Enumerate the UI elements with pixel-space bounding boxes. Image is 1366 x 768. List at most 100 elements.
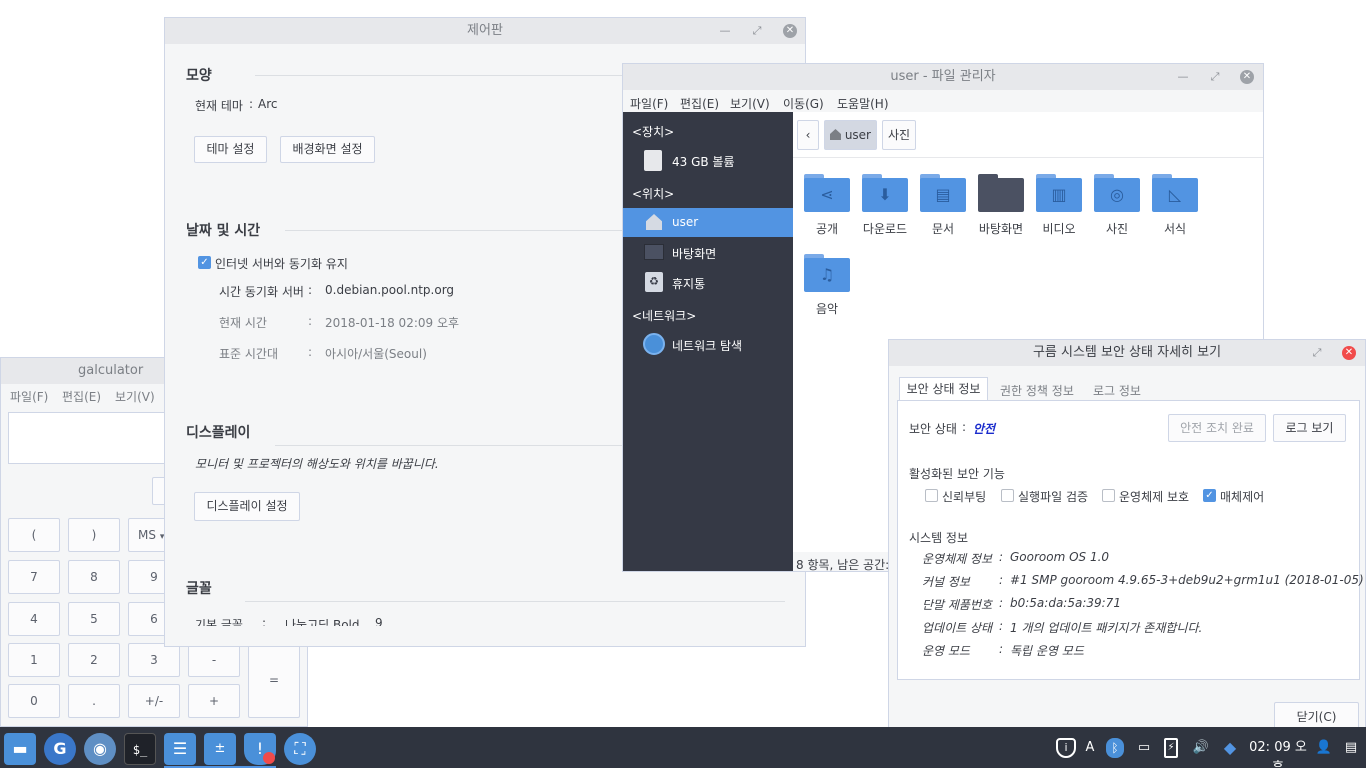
keyboard-indicator[interactable]: A: [1082, 738, 1098, 758]
display-tray-icon[interactable]: ▭: [1135, 738, 1153, 758]
display-heading: 디스플레이: [186, 425, 251, 441]
calc-key-8[interactable]: 8: [68, 560, 120, 594]
sysinfo-separator: :: [999, 596, 1004, 610]
sidebar-item-network[interactable]: 네트워크 탐색: [623, 331, 793, 358]
timezone-label: 표준 시간대: [219, 347, 279, 361]
folder-4[interactable]: [978, 174, 1024, 212]
calc-key-plus[interactable]: +: [188, 684, 240, 718]
sidebar-trash-label: 휴지통: [672, 277, 706, 291]
sidebar-item-trash[interactable]: ♻ 휴지통: [623, 269, 793, 296]
folder-2[interactable]: ⬇: [862, 174, 908, 212]
gooroom-browser-launcher-icon[interactable]: G: [44, 733, 76, 765]
calc-key-negate[interactable]: +/-: [128, 684, 180, 718]
folder-6[interactable]: ◎: [1094, 174, 1140, 212]
calc-menu-edit[interactable]: 편집(E): [62, 388, 101, 405]
volume-icon[interactable]: 🔊: [1190, 738, 1212, 758]
theme-settings-button[interactable]: 테마 설정: [194, 136, 267, 163]
folder-label[interactable]: 음악: [792, 300, 862, 317]
back-button[interactable]: ‹: [797, 120, 819, 150]
wallpaper-settings-button[interactable]: 배경화면 설정: [280, 136, 375, 163]
file-manager-menubar: 파일(F) 편집(E) 보기(V) 이동(G) 도움말(H): [623, 90, 1263, 112]
folder-5[interactable]: ▥: [1036, 174, 1082, 212]
bluetooth-icon[interactable]: ᛒ: [1106, 738, 1124, 758]
path-home-button[interactable]: user: [824, 120, 877, 150]
font-row-clip: 기본 글꼴 : 나눔고딕 Bold 9: [165, 612, 805, 626]
fm-menu-help[interactable]: 도움말(H): [837, 95, 889, 112]
calc-menu-view[interactable]: 보기(V): [115, 388, 155, 405]
maximize-icon[interactable]: ⤢: [749, 18, 765, 44]
battery-icon[interactable]: ⚡: [1164, 738, 1178, 758]
file-manager-launcher-icon[interactable]: ▬: [4, 733, 36, 765]
sidebar-devices-heading: <장치>: [632, 125, 675, 139]
calc-key-7[interactable]: 7: [8, 560, 60, 594]
calc-key-5[interactable]: 5: [68, 602, 120, 636]
g-logo-icon: G: [53, 739, 67, 758]
maximize-icon[interactable]: ⤢: [1207, 64, 1223, 90]
video-icon: ▥: [1036, 178, 1082, 212]
sidebar-places-heading: <위치>: [632, 187, 675, 201]
screenshot-launcher-icon[interactable]: ⛶: [284, 733, 316, 765]
folder-8[interactable]: ♫: [804, 254, 850, 292]
sidebar-item-volume[interactable]: 43 GB 볼륨: [623, 148, 793, 174]
download-icon: ⬇: [862, 178, 908, 212]
calculator-icon: ±: [214, 741, 226, 756]
control-panel-launcher-icon[interactable]: ☰: [164, 733, 196, 765]
security-tray-icon[interactable]: i: [1056, 738, 1076, 758]
sysinfo-separator: :: [999, 573, 1004, 587]
calc-key-2[interactable]: 2: [68, 643, 120, 677]
music-icon: ♫: [804, 258, 850, 292]
fm-menu-file[interactable]: 파일(F): [630, 95, 668, 112]
document-icon: ▤: [920, 178, 966, 212]
calc-key-1[interactable]: 1: [8, 643, 60, 677]
user-icon[interactable]: 👤: [1315, 738, 1333, 758]
path-current-button[interactable]: 사진: [882, 120, 916, 150]
sysinfo-label: 운영 모드: [922, 644, 970, 658]
ntp-server-separator: :: [308, 283, 313, 297]
terminal-launcher-icon[interactable]: $_: [124, 733, 156, 765]
calc-key-decimal[interactable]: .: [68, 684, 120, 718]
chrome-launcher-icon[interactable]: ◉: [84, 733, 116, 765]
theme-value: Arc: [258, 97, 278, 111]
sidebar-item-desktop[interactable]: 바탕화면: [623, 239, 793, 266]
calc-key-3[interactable]: 3: [128, 643, 180, 677]
shield-tray-icon[interactable]: ◆: [1221, 738, 1239, 758]
timezone-separator: :: [308, 345, 313, 359]
sidebar-network-heading: <네트워크>: [632, 309, 697, 323]
calc-key-0[interactable]: 0: [8, 684, 60, 718]
fm-menu-view[interactable]: 보기(V): [730, 95, 770, 112]
font-value: 나눔고딕 Bold: [285, 618, 360, 626]
calc-key-minus[interactable]: -: [188, 643, 240, 677]
minimize-icon[interactable]: —: [1175, 64, 1191, 90]
sysinfo-label: 단말 제품번호: [922, 598, 993, 612]
folder-1[interactable]: ⋖: [804, 174, 850, 212]
close-icon[interactable]: ✕: [1240, 70, 1254, 84]
ntp-sync-checkbox[interactable]: ✓: [198, 256, 211, 269]
show-desktop-icon[interactable]: ▤: [1339, 738, 1363, 758]
calc-key-open-paren[interactable]: (: [8, 518, 60, 552]
clock[interactable]: 02: 09 오후: [1245, 738, 1311, 768]
folder-label[interactable]: 서식: [1140, 220, 1210, 237]
close-icon[interactable]: ✕: [783, 24, 797, 38]
sidebar-item-home[interactable]: user: [623, 208, 793, 237]
display-settings-button[interactable]: 디스플레이 설정: [194, 492, 300, 521]
file-manager-title: user - 파일 관리자: [890, 69, 996, 84]
file-manager-titlebar[interactable]: user - 파일 관리자 — ⤢ ✕: [623, 64, 1263, 90]
control-panel-titlebar[interactable]: 제어판 — ⤢ ✕: [165, 18, 805, 44]
fm-menu-edit[interactable]: 편집(E): [680, 95, 719, 112]
home-icon: [646, 214, 662, 230]
font-divider: [245, 601, 785, 602]
network-globe-icon: [643, 333, 665, 355]
calc-key-4[interactable]: 4: [8, 602, 60, 636]
trash-icon: ♻: [645, 272, 663, 292]
folder-7[interactable]: ◺: [1152, 174, 1198, 212]
calc-menu-file[interactable]: 파일(F): [10, 388, 48, 405]
sysinfo-label: 커널 정보: [922, 575, 970, 589]
calc-key-close-paren[interactable]: ): [68, 518, 120, 552]
ntp-sync-label[interactable]: 인터넷 서버와 동기화 유지: [215, 255, 348, 272]
minimize-icon[interactable]: —: [717, 18, 733, 44]
folder-3[interactable]: ▤: [920, 174, 966, 212]
calc-key-equals[interactable]: =: [248, 643, 300, 718]
calculator-launcher-icon[interactable]: ±: [204, 733, 236, 765]
font-heading: 글꼴: [186, 581, 212, 597]
fm-menu-go[interactable]: 이동(G): [783, 95, 824, 112]
